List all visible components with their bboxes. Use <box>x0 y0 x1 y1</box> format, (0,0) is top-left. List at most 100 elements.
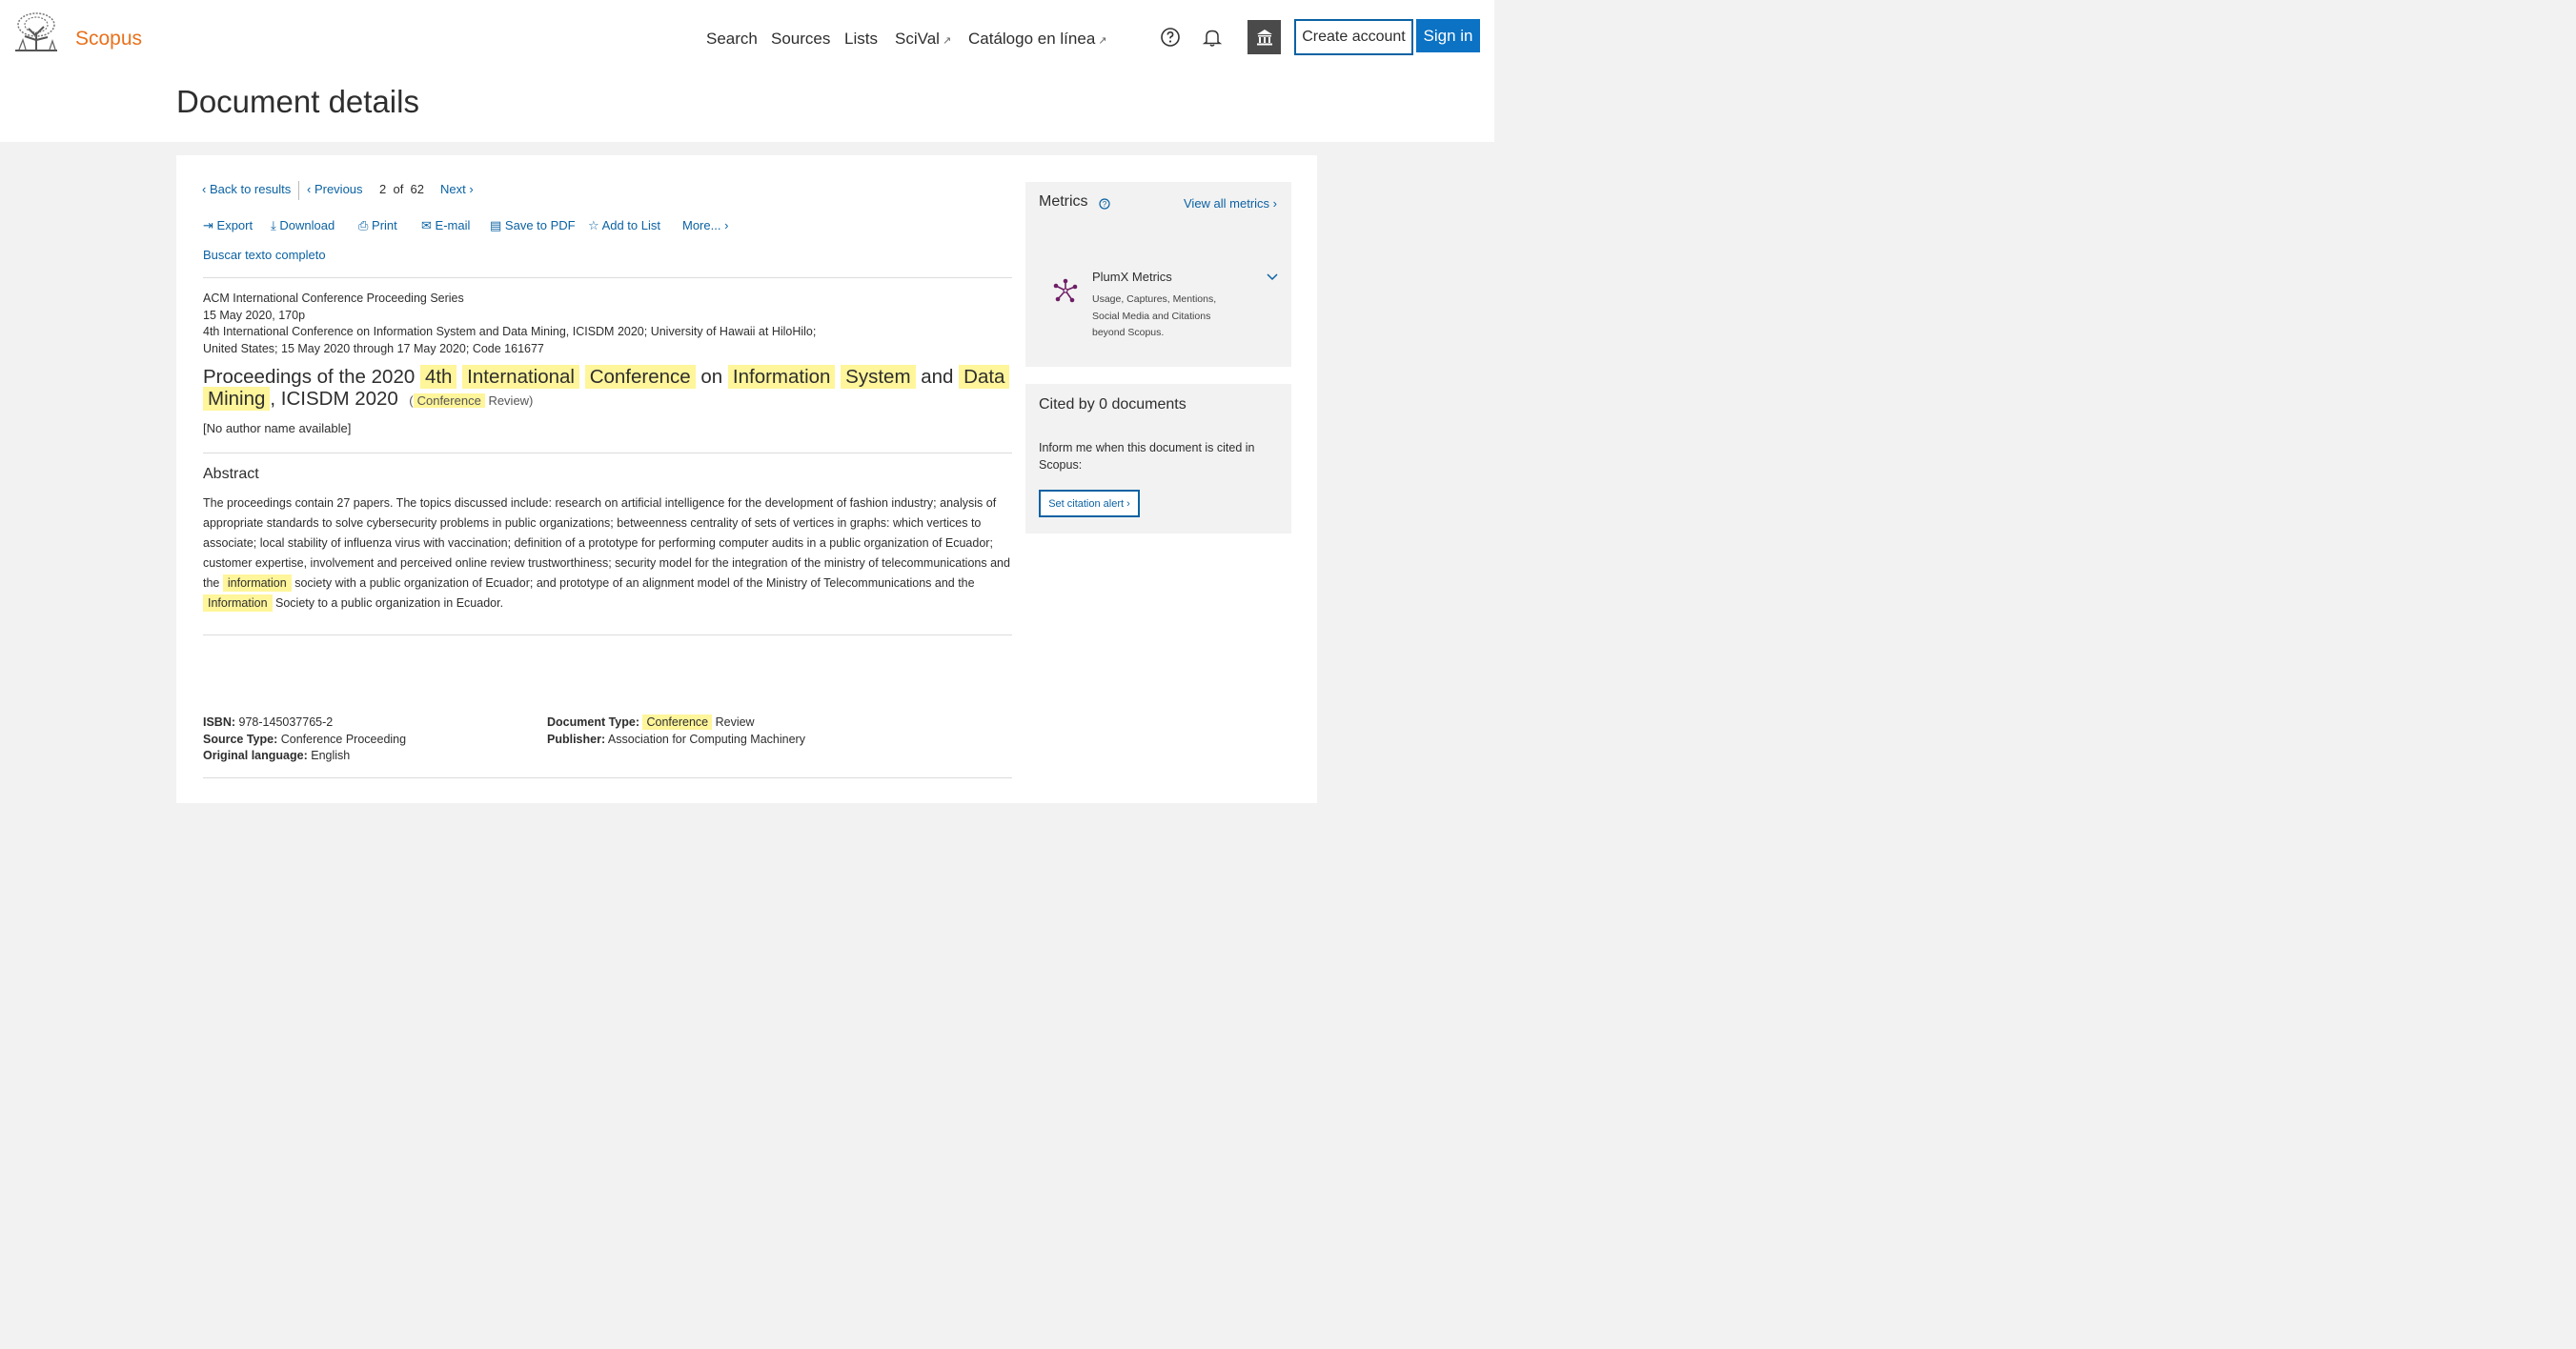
page-title: Document details <box>176 84 419 119</box>
divider <box>203 634 1012 635</box>
doctype-label: Document Type: <box>547 715 639 729</box>
save-to-pdf-label: Save to PDF <box>504 218 576 232</box>
cited-by-panel: Cited by 0 documents Inform me when this… <box>1025 384 1291 534</box>
nav-sources[interactable]: Sources <box>771 30 830 49</box>
nav-scival-label: SciVal <box>895 30 940 48</box>
abstract-highlight: Information <box>203 594 273 612</box>
save-to-pdf-button[interactable]: ▤ Save to PDF <box>490 218 576 233</box>
divider <box>203 277 1012 278</box>
isbn-value: 978-145037765-2 <box>238 715 334 729</box>
add-to-list-button[interactable]: ☆ Add to List <box>588 218 660 233</box>
source-type-value: Conference Proceeding <box>280 732 407 746</box>
document-type-tag: (Conference Review) <box>409 393 534 408</box>
metrics-panel: Metrics ? View all metrics › PlumX Metri… <box>1025 182 1291 367</box>
set-citation-alert-button[interactable]: Set citation alert › <box>1039 490 1140 517</box>
elsevier-logo-icon[interactable] <box>13 11 59 53</box>
title-highlight: System <box>841 365 916 389</box>
previous-link[interactable]: ‹ Previous <box>307 182 363 196</box>
series-link[interactable]: ACM International Conference Proceeding … <box>203 292 464 305</box>
source-series: ACM International Conference Proceeding … <box>203 291 816 357</box>
abstract-part: society with a public organization of Ec… <box>294 576 975 590</box>
nav-catalogo-label: Catálogo en línea <box>968 30 1096 48</box>
cited-by-heading: Cited by 0 documents <box>1039 396 1187 413</box>
institution-icon <box>1256 30 1272 46</box>
next-label: Next <box>440 182 466 196</box>
nav-lists[interactable]: Lists <box>844 30 878 49</box>
download-icon: ⤓ <box>271 218 276 232</box>
printer-icon: ⎙ <box>358 218 369 232</box>
conference-line-1: 4th International Conference on Informat… <box>203 325 817 338</box>
title-highlight: Data <box>959 365 1010 389</box>
chevron-right-icon: › <box>1269 196 1278 211</box>
title-highlight: 4th <box>419 365 457 389</box>
view-all-metrics-link[interactable]: View all metrics › <box>1184 196 1277 211</box>
institution-button[interactable] <box>1247 20 1281 54</box>
metrics-heading: Metrics <box>1039 193 1088 210</box>
nav-scival[interactable]: SciVal ↗ <box>895 30 951 49</box>
more-label: More... <box>682 218 721 232</box>
doc-type-highlight: Conference <box>413 393 485 408</box>
title-highlight: Conference <box>584 365 696 389</box>
add-to-list-label: Add to List <box>601 218 660 232</box>
export-button[interactable]: ⇥ Export <box>203 218 253 233</box>
document-info-left: ISBN: 978-145037765-2 Source Type: Confe… <box>203 715 406 765</box>
sign-in-button[interactable]: Sign in <box>1416 19 1480 52</box>
divider <box>298 181 299 200</box>
plumx-desc-line: Usage, Captures, Mentions, <box>1092 293 1217 305</box>
nav-search[interactable]: Search <box>706 30 758 49</box>
chevron-right-icon: › <box>465 182 474 196</box>
date-pages: 15 May 2020, 170p <box>203 308 306 322</box>
star-icon: ☆ <box>588 218 599 232</box>
email-label: E-mail <box>435 218 471 232</box>
language-value: English <box>311 749 351 762</box>
print-label: Print <box>372 218 397 232</box>
chevron-left-icon: ‹ <box>307 182 314 196</box>
plumx-logo-icon <box>1053 278 1078 303</box>
publisher-label: Publisher: <box>547 732 606 746</box>
chevron-left-icon: ‹ <box>202 182 210 196</box>
nav-catalogo[interactable]: Catálogo en línea ↗ <box>968 30 1107 49</box>
result-index: 2 <box>379 182 387 196</box>
abstract-highlight: information <box>222 574 292 592</box>
print-button[interactable]: ⎙ Print <box>358 218 397 233</box>
chevron-down-icon[interactable] <box>1267 273 1278 281</box>
create-account-button[interactable]: Create account <box>1294 19 1413 55</box>
external-link-icon: ↗ <box>942 35 952 47</box>
view-all-metrics-label: View all metrics <box>1184 196 1270 211</box>
result-total: 62 <box>410 182 425 196</box>
abstract-heading: Abstract <box>203 466 259 482</box>
abstract-text: The proceedings contain 27 papers. The t… <box>203 493 1013 614</box>
result-position: 2 of 62 <box>379 182 424 196</box>
set-citation-alert-label: Set citation alert <box>1048 497 1125 510</box>
source-type-label: Source Type: <box>203 732 278 746</box>
plumx-title[interactable]: PlumX Metrics <box>1092 270 1172 284</box>
next-link[interactable]: Next › <box>440 182 474 196</box>
scopus-brand[interactable]: Scopus <box>75 28 142 50</box>
back-to-results-link[interactable]: ‹ Back to results <box>202 182 291 196</box>
bell-icon[interactable] <box>1202 27 1223 48</box>
document-title: Proceedings of the 2020 4th Internationa… <box>203 365 1013 412</box>
help-icon[interactable] <box>1160 27 1181 48</box>
language-label: Original language: <box>203 749 308 762</box>
email-button[interactable]: ✉ E-mail <box>421 218 470 233</box>
title-highlight: Mining <box>203 387 271 411</box>
info-icon[interactable]: ? <box>1099 198 1110 210</box>
doctype-highlight: Conference <box>642 715 713 730</box>
author-list: [No author name available] <box>203 421 352 435</box>
download-label: Download <box>279 218 335 232</box>
chevron-right-icon: › <box>720 218 729 232</box>
plumx-desc-line: beyond Scopus. <box>1092 327 1165 338</box>
previous-label: Previous <box>314 182 363 196</box>
plumx-description: Usage, Captures, Mentions, Social Media … <box>1092 292 1216 342</box>
title-part: , ICISDM 2020 <box>270 388 398 410</box>
title-highlight: Information <box>727 365 836 389</box>
publisher-value: Association for Computing Machinery <box>607 732 805 746</box>
isbn-label: ISBN: <box>203 715 236 729</box>
download-button[interactable]: ⤓ Download <box>271 218 335 233</box>
full-text-link[interactable]: Buscar texto completo <box>203 248 326 262</box>
title-part: and <box>921 366 954 388</box>
result-of: of <box>393 182 404 196</box>
abstract-part: Society to a public organization in Ecua… <box>275 596 504 610</box>
back-to-results-label: Back to results <box>209 182 292 196</box>
more-button[interactable]: More... › <box>682 218 728 232</box>
